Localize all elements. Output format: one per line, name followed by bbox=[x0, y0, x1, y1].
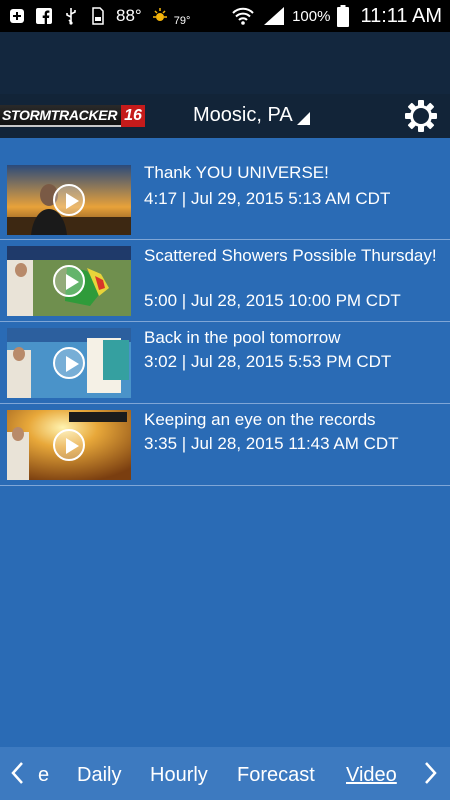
video-item[interactable]: Keeping an eye on the records 3:35 | Jul… bbox=[0, 404, 450, 486]
sd-card-icon bbox=[89, 7, 107, 25]
app-bar: STORMTRACKER 16 Moosic, PA bbox=[0, 94, 450, 138]
video-item[interactable]: Thank YOU UNIVERSE! 4:17 | Jul 29, 2015 … bbox=[0, 157, 450, 240]
video-title: Back in the pool tomorrow bbox=[144, 328, 341, 347]
video-item[interactable]: Scattered Showers Possible Thursday! 5:0… bbox=[0, 240, 450, 322]
logo-text: STORMTRACKER bbox=[0, 105, 122, 127]
chevron-left-icon[interactable] bbox=[10, 761, 24, 792]
video-item[interactable]: Back in the pool tomorrow 3:02 | Jul 28,… bbox=[0, 322, 450, 404]
tab-previous-partial[interactable]: e bbox=[38, 764, 49, 787]
feels-like-temperature: 79° bbox=[173, 15, 191, 27]
tab-daily[interactable]: Daily bbox=[77, 764, 121, 787]
add-notification-icon bbox=[8, 7, 26, 25]
tab-video[interactable]: Video bbox=[346, 764, 397, 787]
clock: 11:11 AM bbox=[360, 4, 442, 27]
stormtracker-logo: STORMTRACKER 16 bbox=[0, 102, 145, 130]
video-meta: 4:17 | Jul 29, 2015 5:13 AM CDT bbox=[144, 189, 391, 208]
facebook-icon bbox=[35, 7, 53, 25]
video-meta: 3:02 | Jul 28, 2015 5:53 PM CDT bbox=[144, 352, 392, 371]
tab-forecast[interactable]: Forecast bbox=[237, 764, 315, 787]
play-icon bbox=[53, 184, 85, 216]
video-list: Thank YOU UNIVERSE! 4:17 | Jul 29, 2015 … bbox=[0, 157, 450, 486]
video-thumbnail bbox=[7, 410, 131, 480]
header-spacer bbox=[0, 32, 450, 94]
video-title: Scattered Showers Possible Thursday! bbox=[144, 246, 437, 265]
logo-number: 16 bbox=[121, 105, 145, 127]
wifi-icon bbox=[230, 7, 256, 25]
settings-gear-icon[interactable] bbox=[404, 99, 438, 133]
battery-percent: 100% bbox=[292, 7, 331, 25]
video-meta: 5:00 | Jul 28, 2015 10:00 PM CDT bbox=[144, 291, 401, 310]
play-icon bbox=[53, 347, 85, 379]
signal-icon bbox=[262, 7, 286, 25]
location-label: Moosic, PA bbox=[193, 104, 293, 126]
video-thumbnail bbox=[7, 246, 131, 316]
status-bar: 88° 79° 100% 11:11 AM bbox=[0, 0, 450, 32]
status-left: 88° 79° bbox=[8, 4, 190, 28]
play-icon bbox=[53, 429, 85, 461]
usb-icon bbox=[62, 7, 80, 25]
tab-hourly[interactable]: Hourly bbox=[150, 764, 208, 787]
sun-icon bbox=[151, 7, 169, 25]
temperature: 88° bbox=[116, 6, 142, 25]
battery-icon bbox=[336, 5, 350, 27]
location-selector[interactable]: Moosic, PA bbox=[193, 104, 310, 127]
video-thumbnail bbox=[7, 328, 131, 398]
dropdown-corner-icon bbox=[296, 112, 310, 125]
bottom-tab-bar: e Daily Hourly Forecast Video bbox=[0, 747, 450, 800]
video-thumbnail bbox=[7, 165, 131, 235]
chevron-right-icon[interactable] bbox=[424, 761, 438, 792]
video-title: Keeping an eye on the records bbox=[144, 410, 376, 429]
video-title: Thank YOU UNIVERSE! bbox=[144, 163, 329, 182]
video-meta: 3:35 | Jul 28, 2015 11:43 AM CDT bbox=[144, 434, 399, 453]
status-right: 100% 11:11 AM bbox=[230, 0, 442, 32]
play-icon bbox=[53, 265, 85, 297]
